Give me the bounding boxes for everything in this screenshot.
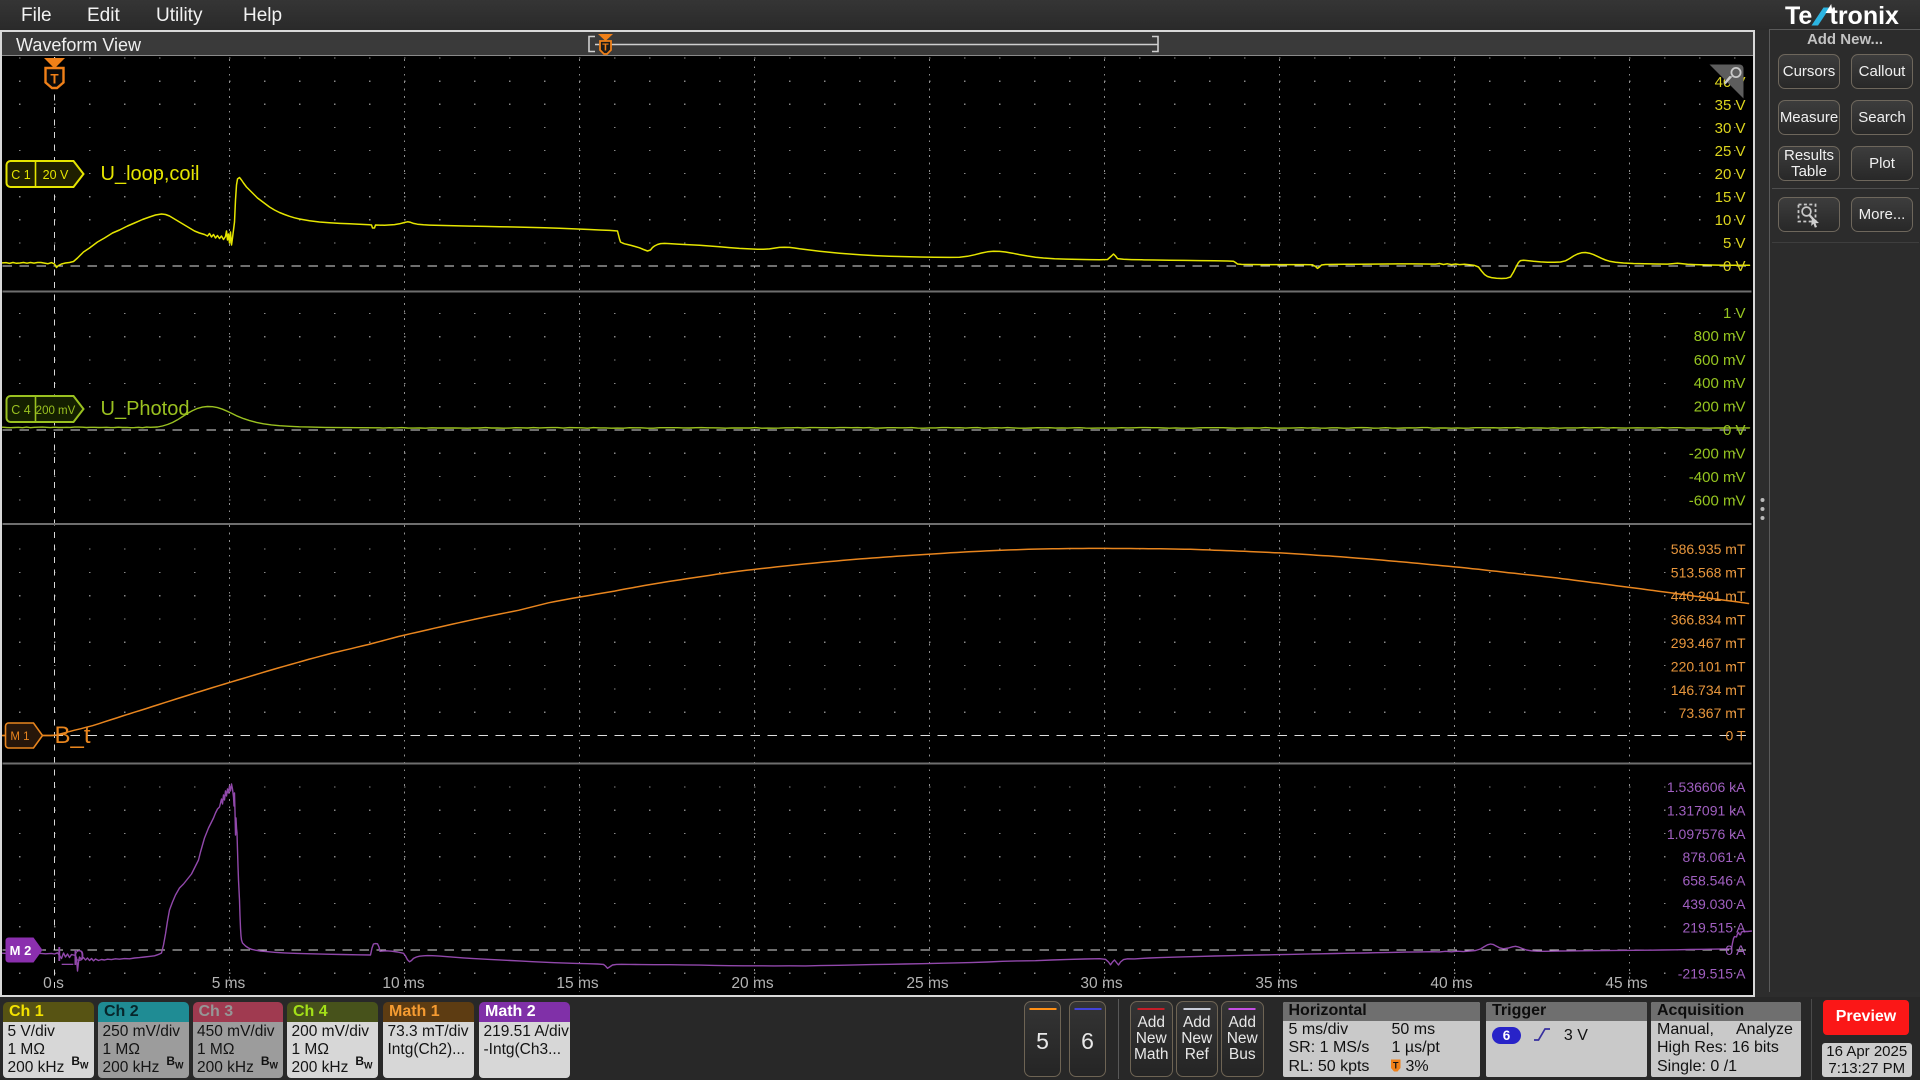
svg-text:0 A: 0 A: [1725, 942, 1746, 958]
svg-text:35 V: 35 V: [1715, 97, 1746, 114]
svg-text:-219.515 A: -219.515 A: [1678, 966, 1746, 982]
svg-text:439.030 A: 439.030 A: [1682, 896, 1746, 912]
svg-text:U_Photod: U_Photod: [101, 398, 190, 420]
svg-text:U_loop,coil: U_loop,coil: [101, 163, 200, 185]
svg-text:73.367 mT: 73.367 mT: [1679, 705, 1746, 721]
svg-text:-400 mV: -400 mV: [1689, 469, 1746, 486]
svg-text:15 ms: 15 ms: [556, 975, 598, 992]
svg-text:10 V: 10 V: [1715, 212, 1746, 229]
svg-text:T: T: [1393, 1061, 1399, 1071]
svg-text:220.101 mT: 220.101 mT: [1671, 659, 1746, 675]
svg-text:200 mV: 200 mV: [36, 405, 76, 417]
svg-text:15 V: 15 V: [1715, 189, 1746, 206]
svg-text:20 V: 20 V: [1715, 166, 1746, 183]
svg-text:293.467 mT: 293.467 mT: [1671, 635, 1746, 651]
svg-text:25 ms: 25 ms: [906, 975, 948, 992]
svg-text:5 ms: 5 ms: [212, 975, 246, 992]
svg-text:200 mV: 200 mV: [1694, 399, 1746, 416]
svg-text:1.536606 kA: 1.536606 kA: [1667, 779, 1746, 795]
svg-text:400 mV: 400 mV: [1694, 375, 1746, 392]
svg-text:Te: Te: [1785, 2, 1812, 29]
svg-text:20 V: 20 V: [43, 168, 69, 182]
svg-text:586.935 mT: 586.935 mT: [1671, 541, 1746, 557]
svg-text:146.734 mT: 146.734 mT: [1671, 682, 1746, 698]
svg-text:1 V: 1 V: [1723, 305, 1746, 322]
svg-text:T: T: [50, 72, 59, 87]
svg-text:B_t: B_t: [55, 722, 91, 749]
svg-text:M 2: M 2: [10, 943, 32, 958]
svg-text:C 4: C 4: [11, 403, 31, 417]
svg-text:I_p: I_p: [57, 944, 85, 966]
svg-text:35 ms: 35 ms: [1255, 975, 1297, 992]
svg-text:1.097576 kA: 1.097576 kA: [1667, 826, 1746, 842]
svg-text:600 mV: 600 mV: [1694, 352, 1746, 369]
svg-text:0 s: 0 s: [43, 975, 64, 992]
svg-text:0 V: 0 V: [1723, 422, 1746, 439]
svg-text:-600 mV: -600 mV: [1689, 493, 1746, 510]
svg-text:0 V: 0 V: [1723, 258, 1746, 275]
svg-text:C 1: C 1: [11, 168, 31, 182]
svg-text:25 V: 25 V: [1715, 143, 1746, 160]
svg-text:0 T: 0 T: [1726, 728, 1746, 744]
svg-text:513.568 mT: 513.568 mT: [1671, 565, 1746, 581]
svg-text:30 V: 30 V: [1715, 120, 1746, 137]
svg-text:658.546 A: 658.546 A: [1682, 873, 1746, 889]
svg-text:T: T: [602, 42, 609, 54]
svg-text:878.061 A: 878.061 A: [1682, 849, 1746, 865]
svg-text:10 ms: 10 ms: [382, 975, 424, 992]
svg-text:800 mV: 800 mV: [1694, 328, 1746, 345]
svg-text:1.317091 kA: 1.317091 kA: [1667, 803, 1746, 819]
svg-text:-200 mV: -200 mV: [1689, 446, 1746, 463]
svg-text:219.515 A: 219.515 A: [1682, 920, 1746, 936]
svg-text:366.834 mT: 366.834 mT: [1671, 612, 1746, 628]
svg-text:M 1: M 1: [10, 731, 29, 743]
svg-text:40 ms: 40 ms: [1430, 975, 1472, 992]
svg-text:30 ms: 30 ms: [1080, 975, 1122, 992]
svg-text:tronix: tronix: [1830, 2, 1900, 29]
svg-text:20 ms: 20 ms: [731, 975, 773, 992]
svg-text:45 ms: 45 ms: [1605, 975, 1647, 992]
svg-text:440.201 mT: 440.201 mT: [1671, 588, 1746, 604]
svg-text:5 V: 5 V: [1723, 235, 1746, 252]
